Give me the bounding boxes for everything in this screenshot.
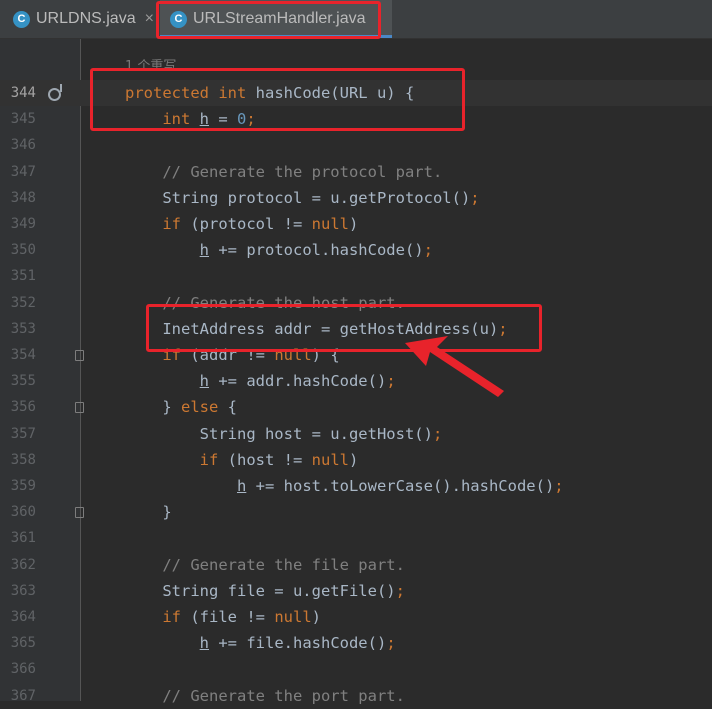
code-line[interactable]: 360 } bbox=[0, 499, 712, 525]
line-code[interactable]: if (host != null) bbox=[125, 447, 359, 473]
line-number[interactable]: 357 bbox=[0, 421, 36, 447]
line-number[interactable]: 355 bbox=[0, 368, 36, 394]
annotation-box-hashcode bbox=[90, 68, 465, 131]
line-code[interactable]: String host = u.getHost(); bbox=[125, 421, 443, 447]
code-line[interactable]: 347 // Generate the protocol part. bbox=[0, 159, 712, 185]
close-tab-icon[interactable]: × bbox=[145, 10, 154, 28]
line-number[interactable]: 347 bbox=[0, 159, 36, 185]
line-number[interactable]: 362 bbox=[0, 552, 36, 578]
annotation-box-gethostaddress bbox=[146, 304, 542, 352]
line-number[interactable]: 366 bbox=[0, 656, 36, 682]
fold-marker-icon[interactable] bbox=[75, 350, 84, 361]
line-number[interactable]: 363 bbox=[0, 578, 36, 604]
line-number[interactable]: 345 bbox=[0, 106, 36, 132]
code-line[interactable]: 350 h += protocol.hashCode(); bbox=[0, 237, 712, 263]
line-code[interactable]: h += addr.hashCode(); bbox=[125, 368, 396, 394]
line-code[interactable]: String protocol = u.getProtocol(); bbox=[125, 185, 479, 211]
line-number[interactable]: 349 bbox=[0, 211, 36, 237]
code-line[interactable]: 364 if (file != null) bbox=[0, 604, 712, 630]
line-number[interactable]: 346 bbox=[0, 132, 36, 158]
class-file-icon: C bbox=[13, 10, 30, 28]
line-code[interactable]: h += protocol.hashCode(); bbox=[125, 237, 433, 263]
line-code[interactable]: if (protocol != null) bbox=[125, 211, 358, 237]
line-number[interactable]: 365 bbox=[0, 630, 36, 656]
code-line[interactable]: 348 String protocol = u.getProtocol(); bbox=[0, 185, 712, 211]
code-line[interactable]: 362 // Generate the file part. bbox=[0, 552, 712, 578]
tab-label: URLDNS.java bbox=[36, 10, 136, 27]
line-code[interactable]: String file = u.getFile(); bbox=[125, 578, 405, 604]
line-number[interactable]: 348 bbox=[0, 185, 36, 211]
line-number[interactable]: 356 bbox=[0, 394, 36, 420]
code-line[interactable]: 346 bbox=[0, 132, 712, 158]
code-line[interactable]: 357 String host = u.getHost(); bbox=[0, 421, 712, 447]
line-number[interactable]: 350 bbox=[0, 237, 36, 263]
line-number[interactable]: 352 bbox=[0, 290, 36, 316]
fold-marker-icon[interactable] bbox=[75, 402, 84, 414]
code-line[interactable]: 367 // Generate the port part. bbox=[0, 683, 712, 709]
code-line[interactable]: 355 h += addr.hashCode(); bbox=[0, 368, 712, 394]
line-code[interactable]: if (file != null) bbox=[125, 604, 321, 630]
line-number[interactable]: 353 bbox=[0, 316, 36, 342]
tab-urldns[interactable]: C URLDNS.java × bbox=[13, 0, 154, 38]
code-line[interactable]: 363 String file = u.getFile(); bbox=[0, 578, 712, 604]
line-number[interactable]: 359 bbox=[0, 473, 36, 499]
code-line[interactable]: 356 } else { bbox=[0, 394, 712, 420]
line-code[interactable]: // Generate the file part. bbox=[125, 552, 405, 578]
override-marker-icon[interactable] bbox=[48, 84, 62, 101]
line-number[interactable]: 360 bbox=[0, 499, 36, 525]
line-code[interactable]: } bbox=[125, 499, 171, 525]
line-number[interactable]: 358 bbox=[0, 447, 36, 473]
line-number[interactable]: 361 bbox=[0, 525, 36, 551]
code-line[interactable]: 361 bbox=[0, 525, 712, 551]
line-code[interactable]: } else { bbox=[125, 394, 237, 420]
code-line[interactable]: 349 if (protocol != null) bbox=[0, 211, 712, 237]
line-code[interactable]: h += file.hashCode(); bbox=[125, 630, 396, 656]
line-code[interactable]: // Generate the port part. bbox=[125, 683, 405, 709]
code-line[interactable]: 366 bbox=[0, 656, 712, 682]
line-code[interactable]: h += host.toLowerCase().hashCode(); bbox=[125, 473, 564, 499]
code-line[interactable]: 351 bbox=[0, 263, 712, 289]
code-line[interactable]: 358 if (host != null) bbox=[0, 447, 712, 473]
annotation-box-tab bbox=[156, 1, 381, 39]
line-number[interactable]: 364 bbox=[0, 604, 36, 630]
fold-marker-icon[interactable] bbox=[75, 507, 84, 519]
code-line[interactable]: 359 h += host.toLowerCase().hashCode(); bbox=[0, 473, 712, 499]
line-number[interactable]: 344 bbox=[0, 80, 36, 106]
line-number[interactable]: 367 bbox=[0, 683, 36, 709]
line-number[interactable]: 354 bbox=[0, 342, 36, 368]
line-code[interactable]: // Generate the protocol part. bbox=[125, 159, 442, 185]
line-number[interactable]: 351 bbox=[0, 263, 36, 289]
code-line[interactable]: 365 h += file.hashCode(); bbox=[0, 630, 712, 656]
